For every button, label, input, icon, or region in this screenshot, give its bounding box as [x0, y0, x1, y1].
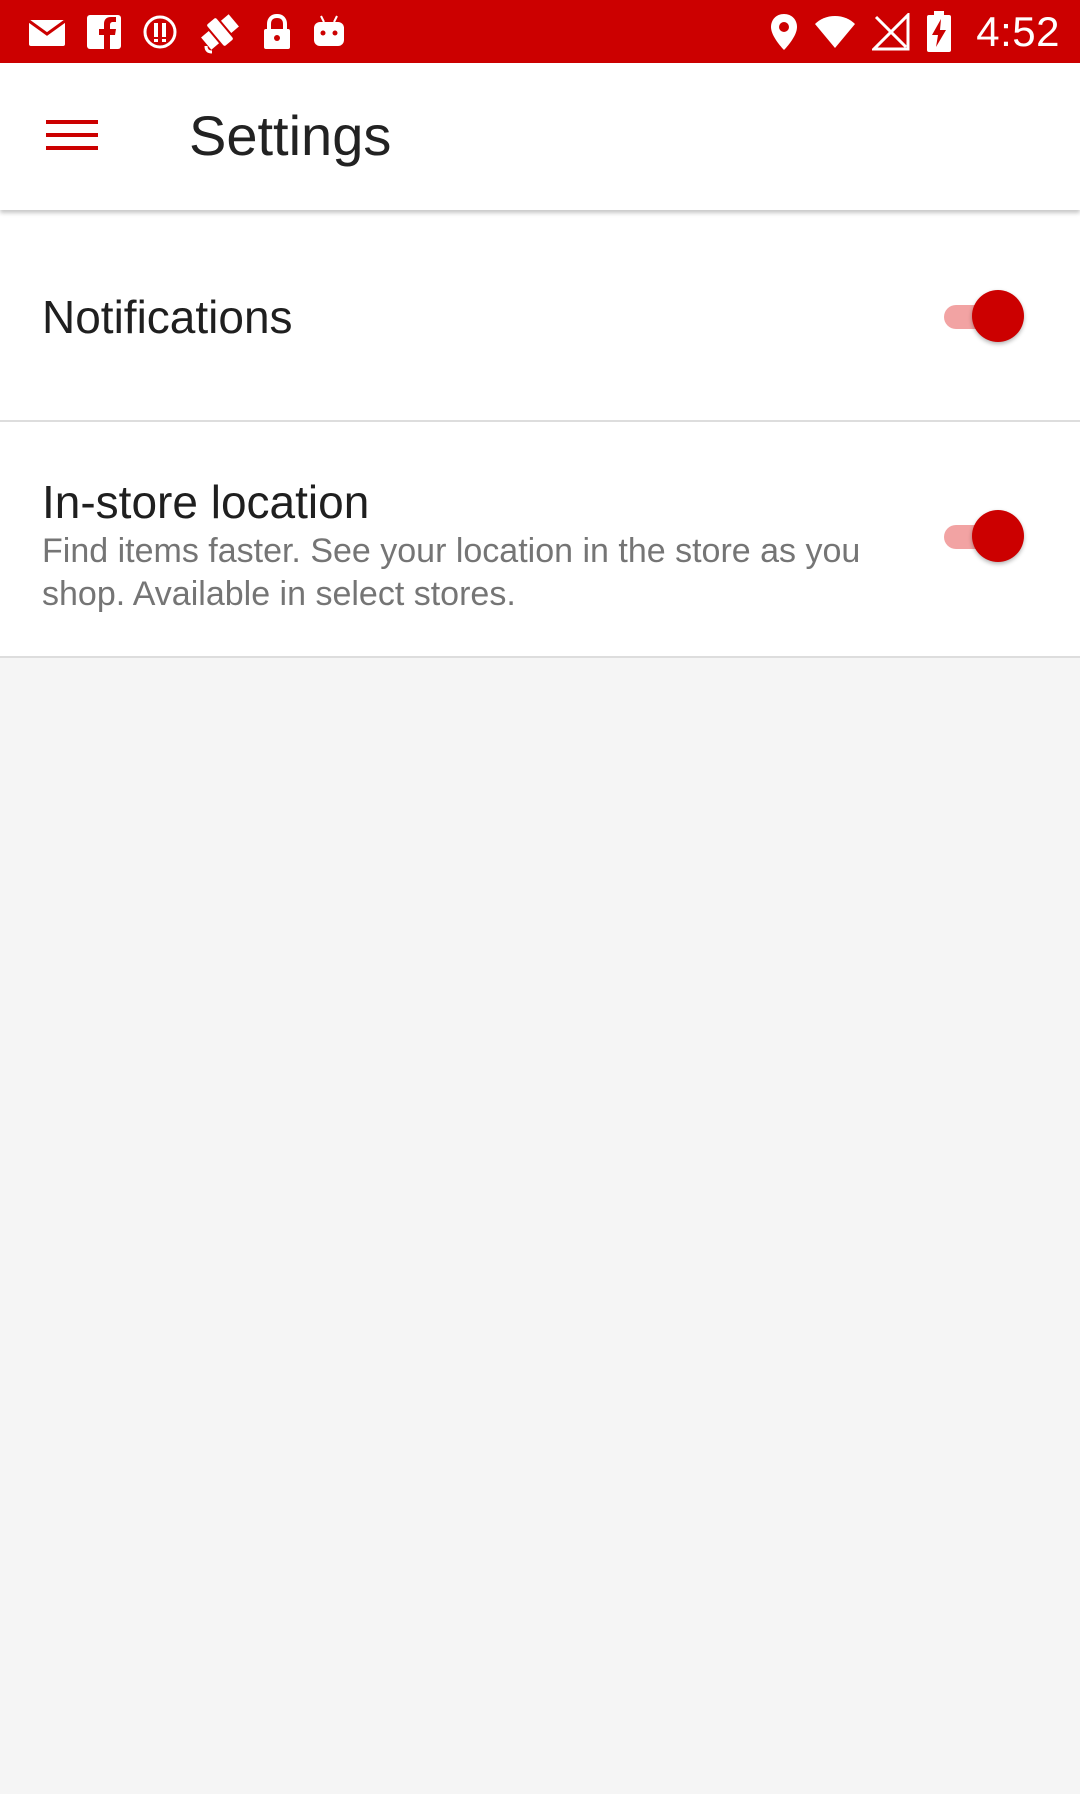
system-status-icons: 4:52 [770, 8, 1060, 56]
notifications-toggle[interactable] [938, 288, 1028, 344]
location-icon [770, 13, 798, 51]
lock-icon [262, 14, 292, 50]
facebook-icon [86, 14, 122, 50]
wifi-icon [814, 15, 856, 49]
app-bar: Settings [0, 63, 1080, 210]
mail-icon [28, 17, 66, 47]
in-store-location-setting-row[interactable]: In-store location Find items faster. See… [0, 422, 1080, 658]
notifications-title: Notifications [42, 291, 293, 343]
in-store-location-toggle[interactable] [938, 508, 1028, 564]
in-store-location-title: In-store location [42, 476, 370, 528]
toggle-thumb [972, 290, 1024, 342]
in-store-location-description: Find items faster. See your location in … [42, 532, 861, 613]
page-title: Settings [189, 104, 392, 167]
alert-icon [142, 14, 178, 50]
status-time: 4:52 [976, 8, 1060, 55]
toggle-thumb [972, 510, 1024, 562]
settings-list: Notifications In-store location Find ite… [0, 210, 1080, 658]
android-icon [312, 14, 346, 50]
status-bar: 4:52 [0, 0, 1080, 63]
battery-charging-icon [926, 11, 952, 53]
hamburger-menu-icon [46, 117, 98, 158]
notifications-setting-row[interactable]: Notifications [0, 210, 1080, 422]
notification-icons [28, 8, 346, 56]
no-signal-icon [872, 13, 910, 51]
menu-button[interactable] [24, 89, 120, 185]
fake-gps-icon [198, 10, 242, 54]
